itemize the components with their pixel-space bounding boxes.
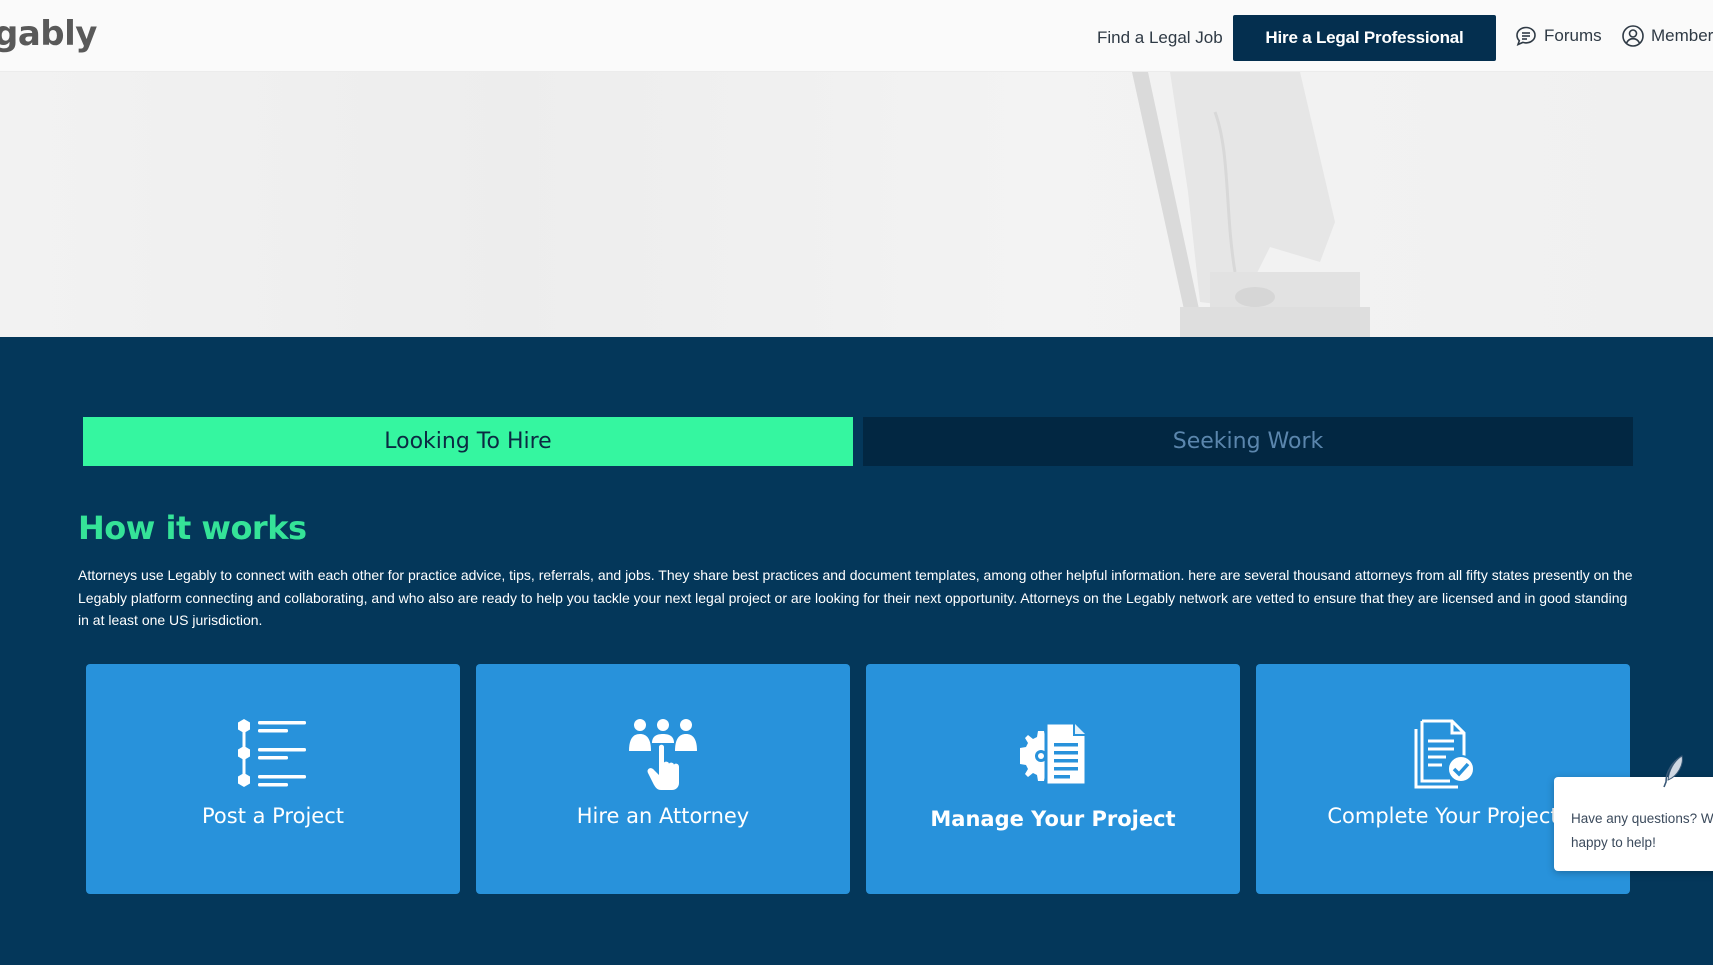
card-manage-project[interactable]: Manage Your Project — [866, 664, 1240, 894]
manage-gear-document-icon — [1020, 721, 1088, 787]
tab-seeking-work[interactable]: Seeking Work — [863, 417, 1633, 466]
user-circle-icon — [1622, 25, 1644, 47]
how-it-works-heading: How it works — [78, 509, 307, 547]
statue-illustration — [1132, 72, 1370, 337]
how-it-works-section: Looking To Hire Seeking Work How it work… — [0, 337, 1713, 965]
chat-widget[interactable]: Have any questions? We are happy to help… — [1554, 777, 1713, 871]
hire-legal-professional-button[interactable]: Hire a Legal Professional — [1233, 15, 1496, 61]
feather-icon — [1663, 755, 1683, 788]
find-legal-job-link[interactable]: Find a Legal Job — [1097, 28, 1223, 48]
project-list-icon — [238, 719, 306, 787]
site-header: gably Find a Legal Job Hire a Legal Prof… — [0, 0, 1713, 72]
forums-chat-icon — [1516, 26, 1536, 46]
chat-message: Have any questions? We are happy to help… — [1571, 811, 1713, 850]
document-check-icon — [1414, 719, 1475, 789]
card-post-project-label: Post a Project — [201, 804, 344, 828]
tab-looking-to-hire[interactable]: Looking To Hire — [83, 417, 853, 466]
hire-people-icon — [629, 719, 697, 790]
card-hire-attorney[interactable]: Hire an Attorney — [476, 664, 850, 894]
card-manage-project-label: Manage Your Project — [930, 807, 1176, 831]
forums-link[interactable]: Forums — [1514, 24, 1602, 48]
card-post-project[interactable]: Post a Project — [86, 664, 460, 894]
forums-label: Forums — [1544, 26, 1602, 45]
members-link[interactable]: Members — [1621, 24, 1713, 48]
members-label: Members — [1651, 26, 1713, 45]
card-hire-attorney-label: Hire an Attorney — [576, 804, 750, 828]
how-it-works-description: Attorneys use Legably to connect with ea… — [78, 567, 1633, 628]
site-logo[interactable]: gably — [0, 14, 97, 54]
hero-image — [0, 72, 1713, 337]
